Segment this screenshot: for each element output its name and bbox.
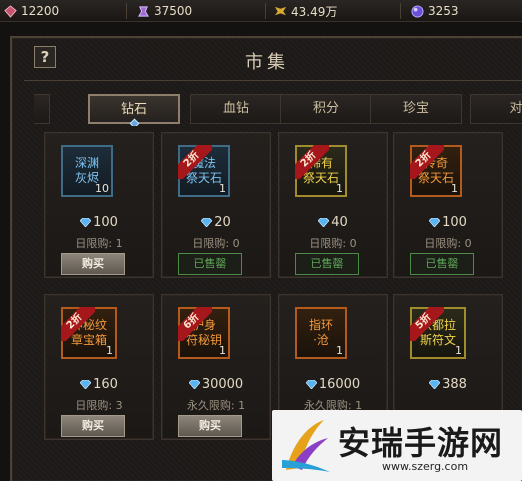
item-count: 1 — [451, 182, 458, 195]
item-price: 30000 — [162, 377, 270, 392]
sold-out-button[interactable]: 已售罄 — [178, 253, 242, 275]
diamond-icon — [429, 380, 441, 389]
purchase-limit: 日限购: 0 — [192, 237, 240, 250]
item-icon[interactable]: 指环 ·沧 1 — [295, 307, 347, 359]
item-icon[interactable]: 2折 传奇 祭天石 1 — [410, 145, 462, 197]
item-price-value: 30000 — [201, 377, 244, 392]
item-price-value: 16000 — [318, 377, 361, 392]
item-name: 指环 ·沧 — [308, 318, 333, 347]
item-icon[interactable]: 深渊 灰烬 10 — [61, 145, 113, 197]
item-price: 100 — [45, 215, 153, 230]
discount-label: 2折 — [178, 145, 212, 179]
diamond-icon — [80, 218, 92, 227]
panel-title: 市集 — [245, 52, 289, 73]
discount-ribbon: 5折 — [410, 307, 444, 341]
watermark-logo-icon — [282, 420, 330, 472]
purchase-limit: 日限购: 3 — [75, 399, 123, 412]
diamond-icon — [80, 380, 92, 389]
diamond-icon — [188, 380, 200, 389]
discount-label: 6折 — [178, 307, 212, 341]
item-price-value: 100 — [93, 215, 118, 230]
shop-item[interactable]: 深渊 灰烬 10 100 日限购: 1 购买 — [44, 132, 154, 278]
purchase-limit: 日限购: 0 — [424, 237, 472, 250]
purchase-limit: 永久限购: 1 — [186, 399, 246, 412]
item-price: 20 — [162, 215, 270, 230]
buy-button[interactable]: 购买 — [178, 415, 242, 437]
item-price: 160 — [45, 377, 153, 392]
discount-label: 2折 — [410, 145, 444, 179]
shop-item[interactable]: 2折 魔法 祭天石 1 20 日限购: 0 已售罄 — [161, 132, 271, 278]
discount-ribbon: 2折 — [410, 145, 444, 179]
diamond-icon — [305, 380, 317, 389]
shop-item[interactable]: 2折 传奇 祭天石 1 100 日限购: 0 已售罄 — [393, 132, 503, 278]
purple-orb-icon — [411, 4, 424, 18]
item-price-value: 388 — [442, 377, 467, 392]
item-count: 1 — [336, 344, 343, 357]
resource-orb: 3253 — [411, 0, 459, 22]
resource-gems-value: 12200 — [21, 4, 60, 18]
item-icon[interactable]: 2折 稀有 祭天石 1 — [295, 145, 347, 197]
shop-item[interactable]: 2折 神秘纹 章宝箱 1 160 日限购: 3 购买 — [44, 294, 154, 440]
item-icon[interactable]: 5折 欢都拉 斯符文 1 — [410, 307, 466, 359]
watermark-url: www.szerg.com — [382, 460, 469, 473]
shop-item[interactable]: 2折 稀有 祭天石 1 40 日限购: 0 已售罄 — [278, 132, 388, 278]
sold-out-button[interactable]: 已售罄 — [410, 253, 474, 275]
title-divider — [24, 80, 522, 81]
item-price: 388 — [394, 377, 502, 392]
item-price: 100 — [394, 215, 502, 230]
watermark-title: 安瑞手游网 — [338, 424, 504, 462]
gold-wings-icon — [274, 6, 287, 15]
item-price: 16000 — [279, 377, 387, 392]
resource-gold-value: 43.49万 — [291, 4, 338, 19]
item-icon[interactable]: 2折 神秘纹 章宝箱 1 — [61, 307, 117, 359]
discount-ribbon: 2折 — [61, 307, 95, 341]
item-price-value: 20 — [214, 215, 231, 230]
purple-crystal-icon — [138, 5, 149, 17]
sold-out-button[interactable]: 已售罄 — [295, 253, 359, 275]
discount-ribbon: 2折 — [178, 145, 212, 179]
item-icon[interactable]: 6折 护身 符秘钥 1 — [178, 307, 230, 359]
item-count: 1 — [219, 344, 226, 357]
item-count: 1 — [219, 182, 226, 195]
discount-label: 2折 — [295, 145, 329, 179]
buy-button[interactable]: 购买 — [61, 253, 125, 275]
discount-ribbon: 6折 — [178, 307, 212, 341]
resource-gems: 12200 — [4, 0, 59, 22]
item-count: 1 — [106, 344, 113, 357]
purchase-limit: 日限购: 1 — [75, 237, 123, 250]
purchase-limit: 日限购: 0 — [309, 237, 357, 250]
item-count: 1 — [336, 182, 343, 195]
shop-item[interactable]: 6折 护身 符秘钥 1 30000 永久限购: 1 购买 — [161, 294, 271, 440]
resource-crystal-value: 37500 — [154, 4, 193, 18]
item-price-value: 160 — [93, 377, 118, 392]
diamond-icon — [318, 218, 330, 227]
discount-label: 5折 — [410, 307, 444, 341]
item-price: 40 — [279, 215, 387, 230]
buy-button[interactable]: 购买 — [61, 415, 125, 437]
item-price-value: 100 — [442, 215, 467, 230]
resource-crystal: 37500 — [137, 0, 192, 22]
diamond-icon — [429, 218, 441, 227]
resource-bar: 12200 37500 43.49万 3253 — [0, 0, 522, 22]
item-count: 1 — [455, 344, 462, 357]
red-gem-icon — [4, 4, 17, 18]
diamond-icon — [201, 218, 213, 227]
site-watermark: 安瑞手游网 www.szerg.com — [272, 410, 522, 481]
item-price-value: 40 — [331, 215, 348, 230]
item-count: 10 — [95, 182, 109, 195]
discount-ribbon: 2折 — [295, 145, 329, 179]
resource-orb-value: 3253 — [428, 4, 459, 18]
item-icon[interactable]: 2折 魔法 祭天石 1 — [178, 145, 230, 197]
discount-label: 2折 — [61, 307, 95, 341]
resource-gold: 43.49万 — [274, 0, 337, 22]
